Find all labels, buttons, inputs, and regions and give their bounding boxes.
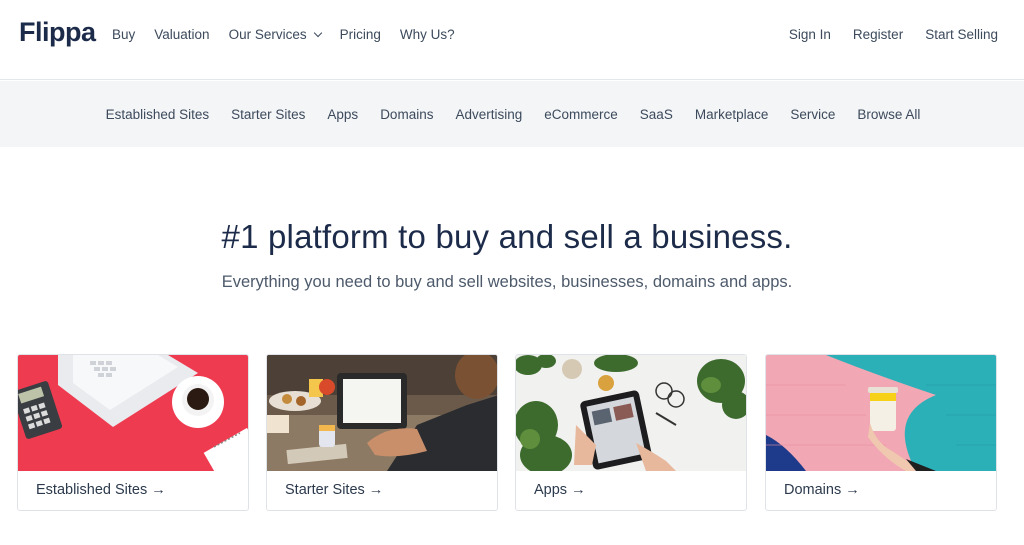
card-starter-sites-label: Starter Sites → bbox=[285, 482, 384, 498]
flippa-logo[interactable]: Flippa bbox=[19, 17, 96, 48]
category-saas[interactable]: SaaS bbox=[640, 107, 673, 122]
starter-sites-image bbox=[267, 355, 497, 471]
nav-our-services[interactable]: Our Services bbox=[228, 27, 322, 42]
nav-buy[interactable]: Buy bbox=[112, 27, 135, 42]
card-established-sites[interactable]: Established Sites → bbox=[17, 354, 249, 511]
card-starter-sites[interactable]: Starter Sites → bbox=[266, 354, 498, 511]
nav-pricing[interactable]: Pricing bbox=[340, 27, 381, 42]
card-apps[interactable]: Apps → bbox=[515, 354, 747, 511]
category-browse-all[interactable]: Browse All bbox=[857, 107, 920, 122]
category-marketplace[interactable]: Marketplace bbox=[695, 107, 769, 122]
category-domains[interactable]: Domains bbox=[380, 107, 433, 122]
sign-in-link[interactable]: Sign In bbox=[789, 27, 831, 42]
nav-why-us[interactable]: Why Us? bbox=[400, 27, 455, 42]
nav-our-services-label: Our Services bbox=[228, 27, 307, 42]
apps-image bbox=[516, 355, 746, 471]
account-nav: Sign In Register Start Selling bbox=[767, 27, 998, 42]
card-established-sites-label: Established Sites → bbox=[36, 482, 166, 498]
hero-title: #1 platform to buy and sell a business. bbox=[221, 218, 793, 255]
category-established-sites[interactable]: Established Sites bbox=[106, 107, 210, 122]
chevron-down-icon bbox=[313, 28, 322, 37]
register-link[interactable]: Register bbox=[853, 27, 903, 42]
card-domains[interactable]: Domains → bbox=[765, 354, 997, 511]
category-starter-sites[interactable]: Starter Sites bbox=[231, 107, 305, 122]
category-apps[interactable]: Apps bbox=[327, 107, 358, 122]
category-bar: Established Sites Starter Sites Apps Dom… bbox=[0, 81, 1024, 147]
primary-nav: Buy Valuation Our Services Pricing Why U… bbox=[112, 27, 474, 42]
nav-valuation[interactable]: Valuation bbox=[154, 27, 209, 42]
established-sites-image bbox=[18, 355, 248, 471]
category-service[interactable]: Service bbox=[790, 107, 835, 122]
domains-image bbox=[766, 355, 996, 471]
start-selling-link[interactable]: Start Selling bbox=[925, 27, 998, 42]
card-domains-label: Domains → bbox=[784, 482, 860, 498]
top-navbar: Flippa Buy Valuation Our Services Pricin… bbox=[0, 0, 1024, 80]
category-ecommerce[interactable]: eCommerce bbox=[544, 107, 618, 122]
category-advertising[interactable]: Advertising bbox=[455, 107, 522, 122]
card-apps-label: Apps → bbox=[534, 482, 586, 498]
hero-subtitle: Everything you need to buy and sell webs… bbox=[221, 273, 793, 291]
